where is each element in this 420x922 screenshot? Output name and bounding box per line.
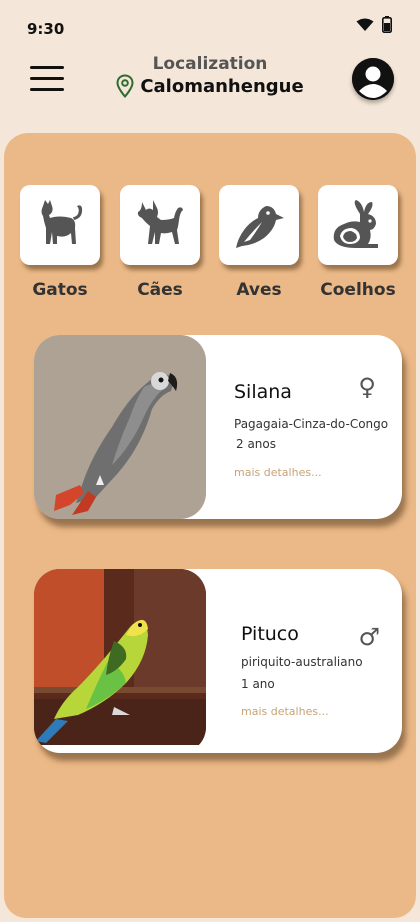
- more-details-link[interactable]: mais detalhes...: [234, 466, 322, 479]
- content-panel: Gatos Cães Aves Coelhos Silana ♀ Pagagai…: [4, 133, 416, 918]
- user-avatar-icon: [352, 58, 394, 100]
- female-icon: ♀: [358, 373, 376, 401]
- app-screen: 9:30 Localization Calomanhengue Gatos Cã…: [0, 0, 420, 922]
- location-row: Calomanhengue: [110, 74, 310, 98]
- location-pin-icon: [116, 74, 134, 98]
- category-label-gatos: Gatos: [32, 280, 88, 300]
- category-caes[interactable]: [120, 185, 200, 265]
- pet-species: Pagagaia-Cinza-do-Congo: [234, 417, 389, 431]
- pet-photo-budgie: [34, 569, 206, 753]
- rabbit-icon: [333, 200, 378, 248]
- cat-icon: [41, 200, 83, 244]
- location-title: Localization: [152, 54, 268, 74]
- male-icon: ♂: [358, 623, 380, 651]
- pet-age: 1 ano: [241, 677, 275, 691]
- category-label-coelhos: Coelhos: [320, 280, 396, 300]
- pet-name: Pituco: [241, 623, 299, 645]
- category-label-caes: Cães: [137, 280, 183, 300]
- category-gatos[interactable]: [20, 185, 100, 265]
- pet-photo-parrot: [34, 335, 206, 519]
- status-icons: [356, 16, 392, 33]
- pet-species: piriquito-australiano: [241, 655, 363, 669]
- category-label-aves: Aves: [236, 280, 282, 300]
- status-time: 9:30: [27, 20, 65, 38]
- wifi-icon: [356, 18, 374, 31]
- pet-age: 2 anos: [236, 437, 277, 451]
- pet-card-pituco[interactable]: Pituco ♂ piriquito-australiano 1 ano mai…: [34, 569, 402, 753]
- pet-card-silana[interactable]: Silana ♀ Pagagaia-Cinza-do-Congo 2 anos …: [34, 335, 402, 519]
- battery-icon: [382, 16, 392, 33]
- location-name: Calomanhengue: [140, 75, 304, 97]
- user-avatar-button[interactable]: [352, 58, 394, 100]
- category-aves[interactable]: [219, 185, 299, 265]
- status-bar: 9:30: [0, 0, 420, 56]
- bird-icon: [236, 206, 284, 248]
- hamburger-menu-icon: [30, 66, 64, 91]
- menu-button[interactable]: [30, 66, 64, 98]
- dog-icon: [137, 200, 183, 244]
- location-header[interactable]: Localization Calomanhengue: [110, 54, 310, 98]
- more-details-link[interactable]: mais detalhes...: [241, 705, 329, 718]
- category-coelhos[interactable]: [318, 185, 398, 265]
- pet-name: Silana: [234, 381, 292, 403]
